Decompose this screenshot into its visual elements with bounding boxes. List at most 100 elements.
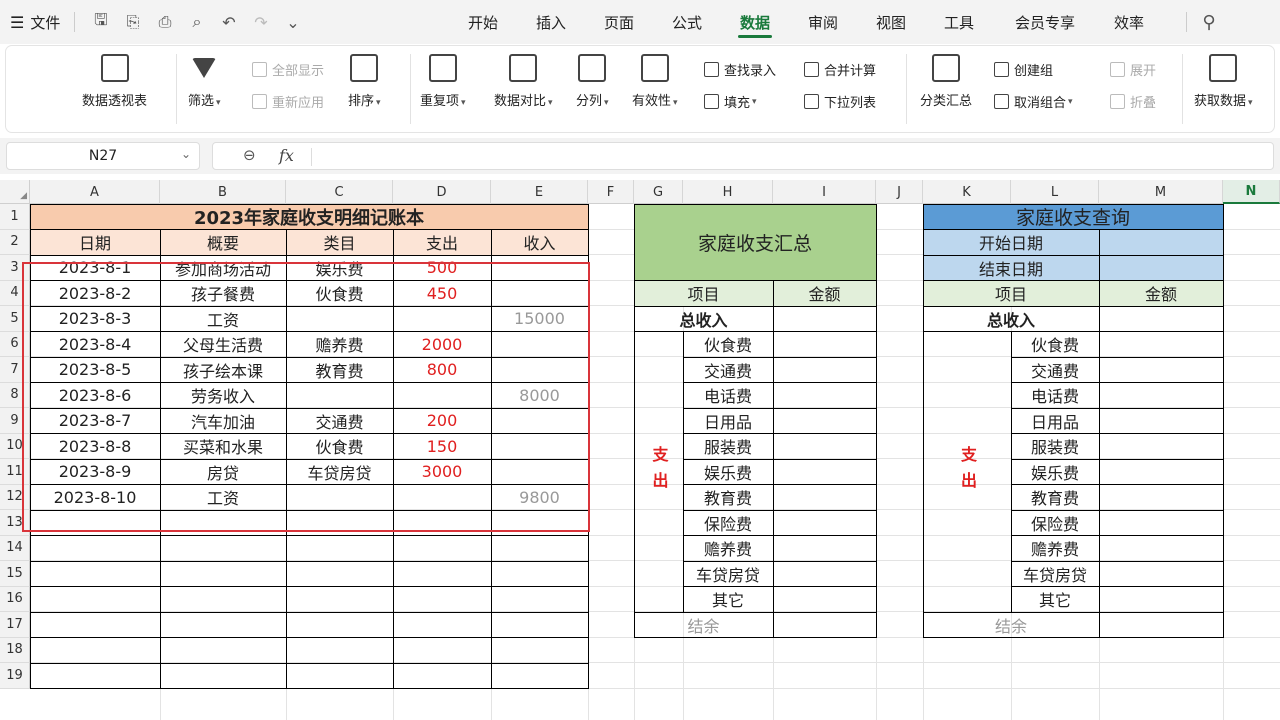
ledger-header[interactable]: 日期 <box>30 229 160 255</box>
query-category[interactable]: 服装费 <box>1011 434 1099 460</box>
summary-category[interactable]: 车贷房贷 <box>683 561 773 587</box>
ledger-cell[interactable]: 2023-8-10 <box>30 485 160 511</box>
ledger-cell[interactable]: 500 <box>393 255 491 281</box>
row-header-19[interactable]: 19 <box>0 663 30 689</box>
column-header-m[interactable]: M <box>1099 180 1223 204</box>
ledger-cell[interactable] <box>286 306 393 332</box>
column-header-e[interactable]: E <box>491 180 588 204</box>
column-header-g[interactable]: G <box>634 180 683 204</box>
ledger-header[interactable]: 支出 <box>393 229 491 255</box>
tab-page[interactable]: 页面 <box>596 0 642 44</box>
ledger-cell[interactable]: 2023-8-2 <box>30 281 160 307</box>
query-end-date-label[interactable]: 结束日期 <box>923 255 1099 281</box>
filter-button[interactable]: 筛选 ▾ <box>188 54 221 109</box>
query-category[interactable]: 日用品 <box>1011 408 1099 434</box>
ledger-cell[interactable]: 2023-8-7 <box>30 408 160 434</box>
ledger-cell[interactable]: 交通费 <box>286 408 393 434</box>
row-header-3[interactable]: 3 <box>0 255 30 281</box>
ledger-cell[interactable]: 2000 <box>393 332 491 358</box>
ledger-cell[interactable] <box>286 485 393 511</box>
tab-efficiency[interactable]: 效率 <box>1106 0 1152 44</box>
row-header-11[interactable]: 11 <box>0 459 30 485</box>
row-header-10[interactable]: 10 <box>0 433 30 459</box>
column-header-c[interactable]: C <box>286 180 393 204</box>
query-start-date-input[interactable] <box>1099 229 1223 255</box>
ledger-cell[interactable]: 教育费 <box>286 357 393 383</box>
ledger-cell[interactable]: 工资 <box>160 306 286 332</box>
column-header-b[interactable]: B <box>160 180 286 204</box>
print-icon[interactable]: ⎙ <box>154 11 176 33</box>
query-category[interactable]: 赡养费 <box>1011 536 1099 562</box>
row-header-16[interactable]: 16 <box>0 586 30 612</box>
ledger-cell[interactable]: 2023-8-3 <box>30 306 160 332</box>
query-total-income[interactable]: 总收入 <box>923 306 1099 332</box>
row-header-8[interactable]: 8 <box>0 382 30 408</box>
ledger-cell[interactable]: 参加商场活动 <box>160 255 286 281</box>
row-header-15[interactable]: 15 <box>0 561 30 587</box>
query-category[interactable]: 车贷房贷 <box>1011 561 1099 587</box>
lookup-entry-button[interactable]: 查找录入 <box>704 60 776 79</box>
summary-category[interactable]: 其它 <box>683 587 773 613</box>
ledger-header[interactable]: 概要 <box>160 229 286 255</box>
ledger-cell[interactable]: 2023-8-8 <box>30 434 160 460</box>
save-icon[interactable]: 🖫 <box>90 10 112 33</box>
column-header-f[interactable]: F <box>588 180 634 204</box>
formula-input[interactable]: ⊖ fx <box>212 142 1274 170</box>
summary-col-item[interactable]: 项目 <box>634 280 773 306</box>
ledger-cell[interactable]: 2023-8-4 <box>30 332 160 358</box>
search-icon[interactable]: ⚲ <box>1198 11 1220 33</box>
show-all-button[interactable]: 全部显示 <box>252 60 324 79</box>
get-data-button[interactable]: 获取数据 ▾ <box>1194 54 1253 109</box>
create-group-button[interactable]: 创建组 <box>994 60 1053 79</box>
column-header-k[interactable]: K <box>923 180 1011 204</box>
ledger-cell[interactable]: 车贷房贷 <box>286 459 393 485</box>
summary-category[interactable]: 交通费 <box>683 357 773 383</box>
ledger-cell[interactable] <box>491 408 588 434</box>
column-header-d[interactable]: D <box>393 180 491 204</box>
query-col-amount[interactable]: 金额 <box>1099 280 1223 306</box>
summary-category[interactable]: 伙食费 <box>683 332 773 358</box>
query-category[interactable]: 伙食费 <box>1011 332 1099 358</box>
summary-category[interactable]: 教育费 <box>683 485 773 511</box>
summary-category[interactable]: 日用品 <box>683 408 773 434</box>
validity-button[interactable]: 有效性 ▾ <box>632 54 678 109</box>
row-header-18[interactable]: 18 <box>0 637 30 663</box>
summary-category[interactable]: 保险费 <box>683 510 773 536</box>
fill-button[interactable]: 填充 ▾ <box>704 92 757 111</box>
ledger-cell[interactable]: 15000 <box>491 306 588 332</box>
query-end-date-input[interactable] <box>1099 255 1223 281</box>
ledger-cell[interactable]: 娱乐费 <box>286 255 393 281</box>
query-category[interactable]: 保险费 <box>1011 510 1099 536</box>
ledger-cell[interactable]: 9800 <box>491 485 588 511</box>
ledger-cell[interactable]: 200 <box>393 408 491 434</box>
query-category[interactable]: 其它 <box>1011 587 1099 613</box>
row-header-12[interactable]: 12 <box>0 484 30 510</box>
ledger-cell[interactable]: 劳务收入 <box>160 383 286 409</box>
summary-title[interactable]: 家庭收支汇总 <box>634 204 876 281</box>
row-header-1[interactable]: 1 <box>0 204 30 230</box>
main-menu-button[interactable]: ☰ 文件 <box>10 0 60 44</box>
ledger-cell[interactable]: 2023-8-6 <box>30 383 160 409</box>
query-title[interactable]: 家庭收支查询 <box>923 204 1223 230</box>
column-header-n[interactable]: N <box>1223 180 1280 204</box>
ledger-cell[interactable]: 2023-8-5 <box>30 357 160 383</box>
zoom-icon[interactable]: ⊖ <box>243 146 256 164</box>
ledger-cell[interactable] <box>491 255 588 281</box>
sort-button[interactable]: 排序 ▾ <box>348 54 381 109</box>
ledger-cell[interactable] <box>286 383 393 409</box>
ungroup-button[interactable]: 取消组合 ▾ <box>994 92 1073 111</box>
ledger-cell[interactable]: 伙食费 <box>286 281 393 307</box>
subtotal-button[interactable]: 分类汇总 <box>920 54 972 109</box>
tab-tools[interactable]: 工具 <box>936 0 982 44</box>
dropdown-list-button[interactable]: 下拉列表 <box>804 92 876 111</box>
tab-formula[interactable]: 公式 <box>664 0 710 44</box>
name-box[interactable]: N27 ⌄ <box>6 142 200 170</box>
tab-view[interactable]: 视图 <box>868 0 914 44</box>
query-category[interactable]: 电话费 <box>1011 383 1099 409</box>
fx-icon[interactable]: fx <box>279 146 294 165</box>
row-header-4[interactable]: 4 <box>0 280 30 306</box>
ledger-cell[interactable] <box>491 434 588 460</box>
ledger-cell[interactable]: 150 <box>393 434 491 460</box>
ledger-cell[interactable]: 2023-8-9 <box>30 459 160 485</box>
summary-col-amount[interactable]: 金额 <box>773 280 876 306</box>
